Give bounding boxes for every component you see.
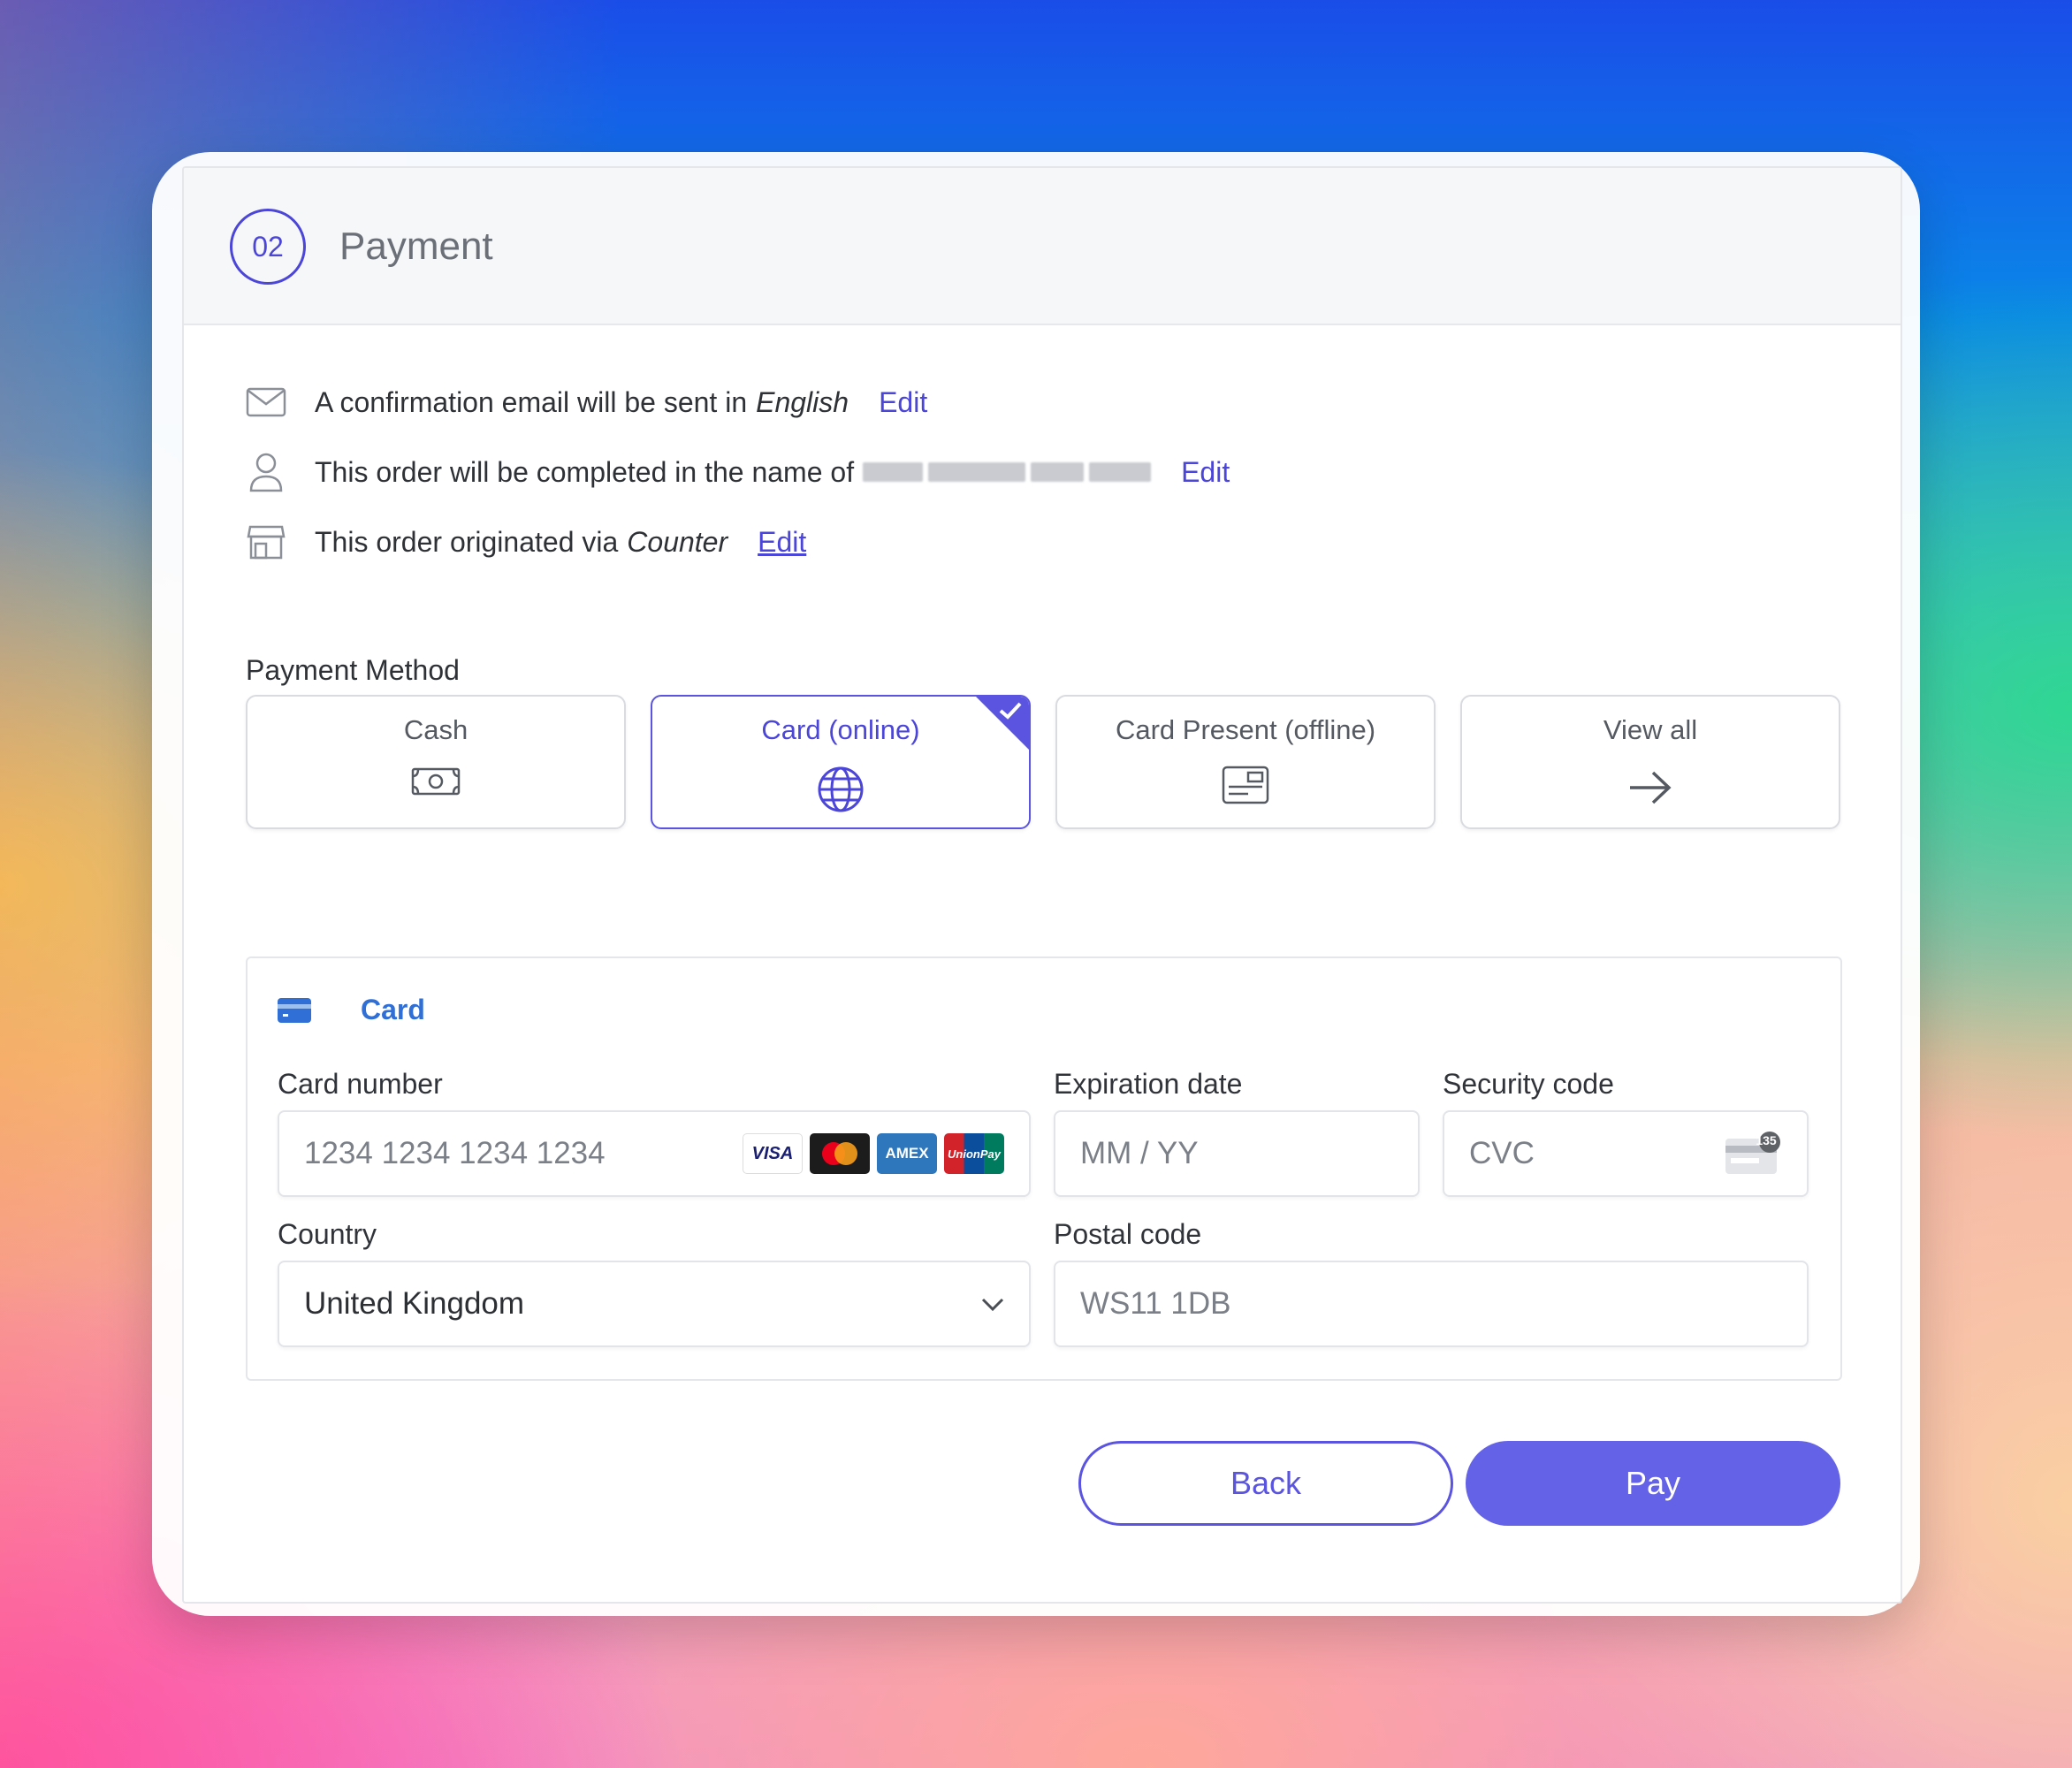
banknote-icon [411, 766, 461, 802]
edit-email-language-link[interactable]: Edit [879, 386, 927, 419]
arrow-right-icon [1626, 766, 1674, 814]
payment-option-cash[interactable]: Cash [246, 695, 626, 829]
order-origin-value: Counter [627, 525, 728, 558]
expiration-placeholder: MM / YY [1080, 1136, 1199, 1170]
country-label: Country [278, 1218, 377, 1250]
card-tab-label: Card [361, 994, 425, 1025]
card-number-placeholder: 1234 1234 1234 1234 [304, 1136, 606, 1170]
payment-option-view-all[interactable]: View all [1460, 695, 1840, 829]
user-icon [246, 452, 286, 492]
visa-logo: VISA [743, 1133, 803, 1174]
storefront-icon [246, 522, 286, 562]
card-brands: VISA AMEX UnionPay [743, 1133, 1004, 1174]
payment-option-label: View all [1603, 714, 1698, 745]
order-origin-row: This order originated via Counter Edit [246, 520, 806, 564]
payment-header: 02 Payment [184, 168, 1901, 325]
card-number-label: Card number [278, 1068, 443, 1100]
envelope-icon [246, 382, 286, 423]
mastercard-logo [810, 1133, 870, 1174]
cvc-card-icon: 135 [1724, 1132, 1782, 1176]
cvc-badge-number: 135 [1756, 1133, 1777, 1147]
payment-option-label: Card (online) [761, 714, 920, 745]
credit-card-icon [278, 997, 311, 1023]
chevron-down-icon [981, 1298, 1004, 1312]
payment-method-label: Payment Method [246, 654, 460, 686]
edit-customer-name-link[interactable]: Edit [1181, 456, 1230, 489]
card-form: Card Card number 1234 1234 1234 1234 VIS… [246, 956, 1842, 1381]
payment-option-label: Card Present (offline) [1115, 714, 1376, 745]
postal-code-label: Postal code [1054, 1218, 1202, 1250]
payment-option-card-present[interactable]: Card Present (offline) [1055, 695, 1436, 829]
card-reader-icon [1222, 766, 1269, 809]
customer-name-text: This order will be completed in the name… [315, 455, 855, 488]
order-origin-text: This order originated via [315, 525, 619, 558]
postal-code-placeholder: WS11 1DB [1080, 1286, 1231, 1321]
amex-logo: AMEX [877, 1133, 937, 1174]
security-code-label: Security code [1443, 1068, 1614, 1100]
country-select[interactable]: United Kingdom [278, 1261, 1031, 1347]
edit-order-origin-link[interactable]: Edit [758, 526, 806, 559]
payment-option-label: Cash [403, 714, 468, 745]
checkmark-icon [997, 700, 1024, 726]
security-code-input[interactable]: CVC 135 [1443, 1110, 1809, 1197]
expiration-input[interactable]: MM / YY [1054, 1110, 1420, 1197]
window-frame: 02 Payment A confirmation email will be … [152, 152, 1920, 1616]
page-title: Payment [339, 225, 493, 268]
unionpay-logo: UnionPay [944, 1133, 1004, 1174]
redacted-customer-name [863, 462, 1152, 482]
expiration-label: Expiration date [1054, 1068, 1243, 1100]
country-value: United Kingdom [304, 1286, 525, 1321]
security-code-placeholder: CVC [1469, 1136, 1535, 1170]
card-tab[interactable]: Card [278, 994, 425, 1026]
postal-code-input[interactable]: WS11 1DB [1054, 1261, 1809, 1347]
payment-card: 02 Payment A confirmation email will be … [182, 166, 1902, 1604]
card-number-input[interactable]: 1234 1234 1234 1234 VISA AMEX UnionPay [278, 1110, 1031, 1197]
customer-name-row: This order will be completed in the name… [246, 450, 1230, 494]
email-language-row: A confirmation email will be sent in Eng… [246, 380, 927, 424]
globe-icon [817, 766, 865, 818]
payment-option-card-online[interactable]: Card (online) [651, 695, 1031, 829]
email-language-value: English [756, 385, 849, 418]
email-language-text: A confirmation email will be sent in [315, 385, 748, 418]
pay-button[interactable]: Pay [1466, 1441, 1840, 1526]
step-number-badge: 02 [230, 209, 306, 285]
back-button[interactable]: Back [1078, 1441, 1453, 1526]
